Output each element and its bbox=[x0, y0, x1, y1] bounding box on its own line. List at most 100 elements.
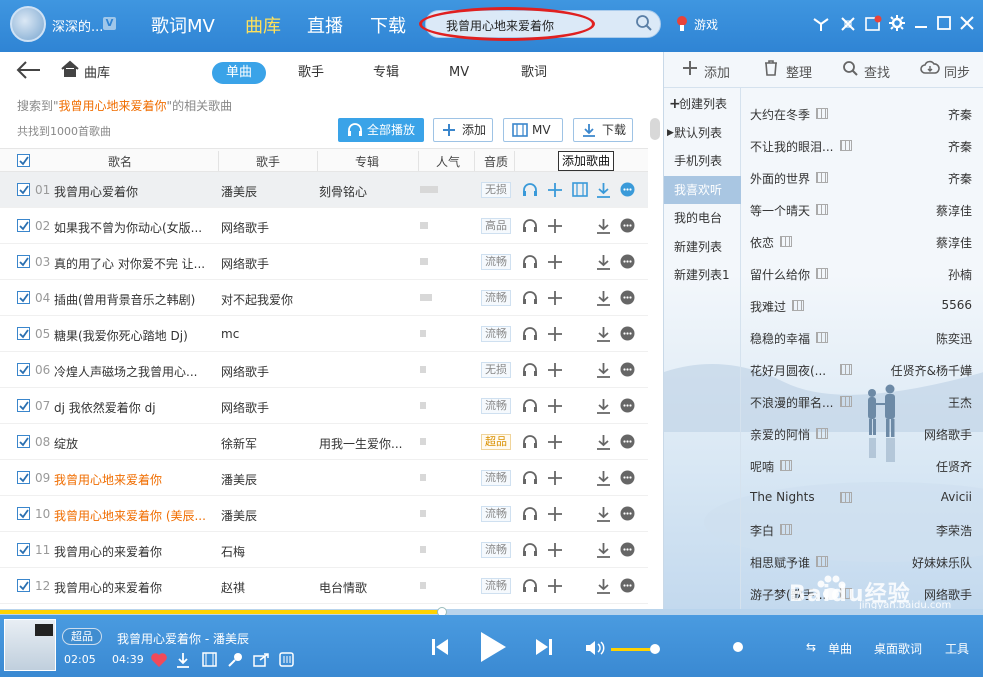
add-icon[interactable] bbox=[547, 434, 563, 450]
tab-lyrics[interactable]: 歌词 bbox=[521, 62, 547, 84]
download-icon[interactable] bbox=[596, 218, 611, 234]
more-icon[interactable] bbox=[620, 578, 635, 593]
col-album[interactable]: 专辑 bbox=[355, 153, 379, 170]
maximize-icon[interactable] bbox=[936, 15, 952, 31]
col-popularity[interactable]: 人气 bbox=[436, 153, 460, 170]
more-icon[interactable] bbox=[620, 470, 635, 485]
search-icon[interactable] bbox=[635, 14, 653, 32]
row-artist[interactable]: 对不起我爱你 bbox=[221, 291, 313, 308]
table-row[interactable]: 01 我曾用心爱着你 潘美辰 刻骨铭心 无损 bbox=[0, 172, 648, 208]
mv-icon[interactable] bbox=[780, 236, 792, 247]
mv-icon[interactable] bbox=[816, 268, 828, 279]
row-title[interactable]: 我曾用心地来爱着你 (美辰... bbox=[54, 507, 216, 524]
home-icon[interactable] bbox=[60, 60, 80, 78]
playlist-song[interactable]: 稳稳的幸福 陈奕迅 bbox=[750, 322, 972, 354]
minimize-icon[interactable] bbox=[913, 15, 929, 31]
row-checkbox[interactable] bbox=[17, 435, 30, 448]
vip-badge[interactable]: V bbox=[103, 17, 116, 30]
row-checkbox[interactable] bbox=[17, 363, 30, 376]
add-icon[interactable] bbox=[547, 470, 563, 486]
add-icon[interactable] bbox=[547, 326, 563, 342]
mic-icon[interactable] bbox=[228, 652, 243, 667]
add-icon[interactable] bbox=[547, 362, 563, 378]
row-checkbox[interactable] bbox=[17, 471, 30, 484]
plus-icon[interactable] bbox=[682, 60, 698, 76]
mv-icon[interactable] bbox=[816, 428, 828, 439]
mv-icon[interactable] bbox=[840, 396, 852, 407]
row-album[interactable]: 刻骨铭心 bbox=[319, 183, 415, 200]
play-headphone-icon[interactable] bbox=[522, 506, 538, 521]
table-row[interactable]: 05 糖果(我爱你死心踏地 Dj) mc 流畅 bbox=[0, 316, 648, 352]
playlist-item[interactable]: 手机列表 bbox=[664, 147, 741, 175]
more-icon[interactable] bbox=[620, 182, 635, 197]
row-artist[interactable]: 潘美辰 bbox=[221, 183, 313, 200]
volume-icon[interactable] bbox=[585, 640, 607, 656]
table-row[interactable]: 09 我曾用心地来爱着你 潘美辰 流畅 bbox=[0, 460, 648, 496]
row-checkbox[interactable] bbox=[17, 399, 30, 412]
tab-singers[interactable]: 歌手 bbox=[298, 62, 324, 84]
table-row[interactable]: 08 绽放 徐新军 用我一生爱你... 超品 bbox=[0, 424, 648, 460]
tab-library[interactable]: 曲库 bbox=[245, 12, 281, 38]
download-icon[interactable] bbox=[596, 182, 611, 198]
play-icon[interactable] bbox=[478, 630, 508, 664]
album-cover[interactable] bbox=[4, 619, 56, 671]
more-icon[interactable] bbox=[620, 290, 635, 305]
lyrics-toggle-icon[interactable] bbox=[279, 652, 294, 667]
download-icon[interactable] bbox=[596, 326, 611, 342]
mv-icon[interactable] bbox=[780, 460, 792, 471]
play-headphone-icon[interactable] bbox=[522, 362, 538, 377]
row-checkbox[interactable] bbox=[17, 543, 30, 556]
row-artist[interactable]: 网络歌手 bbox=[221, 399, 313, 416]
row-title[interactable]: 我曾用心爱着你 bbox=[54, 183, 216, 200]
add-icon[interactable] bbox=[547, 506, 563, 522]
volume-knob[interactable] bbox=[650, 644, 660, 654]
play-headphone-icon[interactable] bbox=[522, 290, 538, 305]
now-playing-title[interactable]: 我曾用心爱着你 - 潘美辰 bbox=[117, 630, 249, 647]
add-playlist-button[interactable]: 添加 bbox=[704, 62, 730, 81]
mv-icon[interactable] bbox=[840, 364, 852, 375]
add-icon[interactable] bbox=[547, 578, 563, 594]
play-all-button[interactable]: 全部播放 bbox=[338, 118, 424, 142]
playlist-song[interactable]: 大约在冬季 齐秦 bbox=[750, 98, 972, 130]
play-mode-label[interactable]: 单曲 bbox=[828, 640, 852, 657]
playlist-item[interactable]: 我的电台 bbox=[664, 204, 741, 232]
playlist-song[interactable]: 依恋 蔡淳佳 bbox=[750, 226, 972, 258]
more-icon[interactable] bbox=[620, 218, 635, 233]
playlist-item[interactable]: 新建列表 bbox=[664, 233, 741, 261]
mini-mode-icon[interactable] bbox=[839, 15, 857, 33]
add-button[interactable]: 添加 bbox=[433, 118, 493, 142]
play-headphone-icon[interactable] bbox=[522, 218, 538, 233]
row-title[interactable]: 插曲(曾用背景音乐之韩剧) bbox=[54, 291, 216, 308]
row-title[interactable]: 冷煌人声磁场之我曾用心... bbox=[54, 363, 216, 380]
sync-button[interactable]: 同步 bbox=[944, 62, 970, 81]
row-title[interactable]: 真的用了心 对你爱不完 让... bbox=[54, 255, 216, 272]
desktop-lyrics-button[interactable]: 桌面歌词 bbox=[874, 640, 922, 657]
table-row[interactable]: 04 插曲(曾用背景音乐之韩剧) 对不起我爱你 流畅 bbox=[0, 280, 648, 316]
tab-albums[interactable]: 专辑 bbox=[373, 62, 399, 84]
play-headphone-icon[interactable] bbox=[522, 434, 538, 449]
more-icon[interactable] bbox=[620, 362, 635, 377]
row-title[interactable]: dj 我依然爱着你 dj bbox=[54, 399, 216, 416]
playlist-song[interactable]: 留什么给你 孙楠 bbox=[750, 258, 972, 290]
playlist-song[interactable]: 外面的世界 齐秦 bbox=[750, 162, 972, 194]
playlist-item[interactable]: 新建列表1 bbox=[664, 261, 741, 289]
tab-live[interactable]: 直播 bbox=[307, 12, 343, 38]
quality-badge[interactable]: 超品 bbox=[62, 628, 102, 645]
mv-icon[interactable] bbox=[816, 204, 828, 215]
mv-button[interactable]: MV bbox=[503, 118, 563, 142]
next-icon[interactable] bbox=[534, 637, 554, 657]
download-icon[interactable] bbox=[596, 506, 611, 522]
mv-icon[interactable] bbox=[792, 300, 804, 311]
row-artist[interactable]: 石梅 bbox=[221, 543, 313, 560]
row-album[interactable]: 用我一生爱你... bbox=[319, 435, 415, 452]
playlist-item[interactable]: ▶ 默认列表 bbox=[664, 119, 741, 147]
back-arrow-icon[interactable] bbox=[16, 60, 42, 80]
add-icon[interactable] bbox=[547, 254, 563, 270]
row-artist[interactable]: mc bbox=[221, 327, 313, 341]
play-headphone-icon[interactable] bbox=[522, 578, 538, 593]
message-icon[interactable] bbox=[864, 15, 882, 33]
more-icon[interactable] bbox=[620, 506, 635, 521]
mv-icon[interactable] bbox=[202, 652, 217, 667]
play-headphone-icon[interactable] bbox=[522, 182, 538, 197]
more-icon[interactable] bbox=[620, 542, 635, 557]
